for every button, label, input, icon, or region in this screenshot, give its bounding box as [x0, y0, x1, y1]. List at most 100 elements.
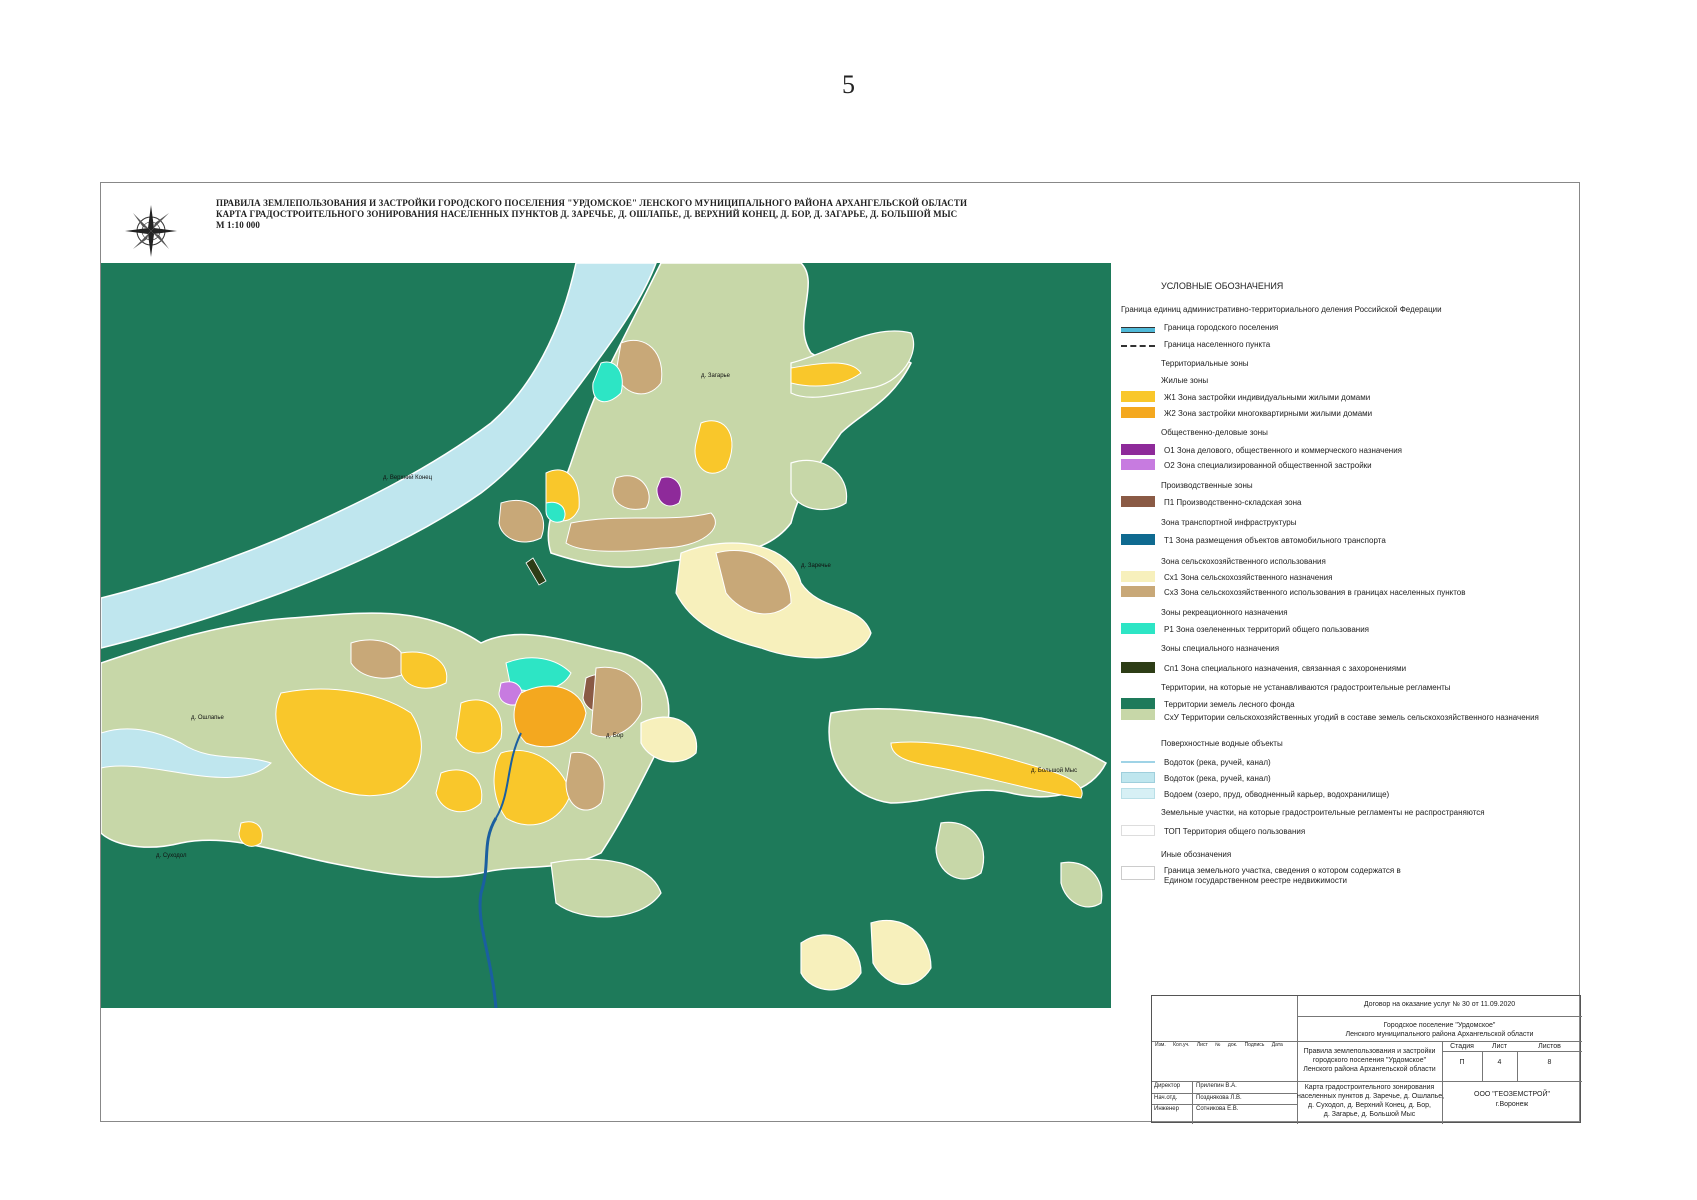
stamp-sheet-header: Лист [1491, 1043, 1508, 1050]
legend-subhead-17: Зоны рекреационного назначения [1161, 608, 1288, 617]
legend-swatch-8 [1121, 444, 1155, 455]
north-zh1-1 [694, 420, 733, 474]
map-scale: М 1:10 000 [216, 220, 260, 230]
label-zagarye: д. Загарье [701, 373, 730, 379]
legend-subhead-19: Зоны специального назначения [1161, 644, 1280, 653]
stamp-map-line4: д. Загарье, д. Большой Мыс [1323, 1111, 1416, 1118]
legend-swatch-31 [1121, 866, 1155, 880]
label-oshlapye: д. Ошлапье [191, 715, 224, 721]
legend-swatch-5 [1121, 391, 1155, 402]
legend-swatch-9 [1121, 459, 1155, 470]
stamp-col-h4: Подпись [1244, 1042, 1265, 1048]
stamp-doc-line3: Ленского района Архангельской области [1303, 1066, 1436, 1073]
legend-subhead-10: Производственные зоны [1161, 481, 1253, 490]
legend-label-15: Сх1 Зона сельскохозяйственного назначени… [1164, 573, 1333, 582]
label-verkhny-konets: д. Верхний Конец [383, 475, 433, 481]
legend-label-8: О1 Зона делового, общественного и коммер… [1164, 446, 1403, 455]
legend-swatch-29 [1121, 825, 1155, 836]
stamp-contract: Договор на оказание услуг № 30 от 11.09.… [1363, 1001, 1516, 1008]
legend-label-16: Сх3 Зона сельскохозяйственного использов… [1164, 588, 1466, 597]
stamp-name-1: Позднякова Л.В. [1196, 1095, 1242, 1101]
stamp-role-0: Директор [1154, 1083, 1181, 1089]
legend-subhead-28: Земельные участки, на которые градострои… [1161, 808, 1485, 817]
legend-label-23: СхУ Территории сельскохозяйственных угод… [1164, 713, 1539, 722]
stamp-sheets-header: Листов [1538, 1043, 1561, 1050]
legend-subhead-4: Жилые зоны [1161, 376, 1209, 385]
legend-swatch-16 [1121, 586, 1155, 597]
legend-label-27: Водоем (озеро, пруд, обводненный карьер,… [1164, 790, 1390, 799]
legend-label-1: Граница городского поселения [1164, 323, 1279, 332]
title-stamp: Договор на оказание услуг № 30 от 11.09.… [1151, 995, 1582, 1124]
legend-subhead-12: Зона транспортной инфраструктуры [1161, 518, 1297, 527]
legend-swatch-2 [1121, 345, 1155, 348]
stamp-col-headers: Изм. Кол.уч. Лист № док. Подпись Дата [1155, 1042, 1295, 1048]
legend-label-11: П1 Производственно-складская зона [1164, 498, 1302, 507]
legend-swatch-1 [1121, 327, 1155, 333]
map-title-line2: КАРТА ГРАДОСТРОИТЕЛЬНОГО ЗОНИРОВАНИЯ НАС… [216, 209, 958, 219]
legend-swatch-18 [1121, 623, 1155, 634]
stamp-role-1: Нач.отд. [1154, 1095, 1178, 1101]
stamp-doc-line1: Правила землепользования и застройки [1303, 1048, 1436, 1055]
label-sukhodol: д. Суходол [156, 853, 187, 859]
legend-label-2: Граница населенного пункта [1164, 340, 1271, 349]
legend-subhead-7: Общественно-деловые зоны [1161, 428, 1268, 437]
stamp-col-h2: Лист [1196, 1042, 1208, 1048]
stamp-role-2: Инженер [1154, 1106, 1179, 1112]
stamp-map-line1: Карта градостроительного зонирования [1304, 1084, 1435, 1091]
legend-label-9: О2 Зона специализированной общественной … [1164, 461, 1372, 470]
legend-subhead-24: Поверхностные водные объекты [1161, 739, 1283, 748]
legend-swatch-11 [1121, 496, 1155, 507]
legend-swatch-15 [1121, 571, 1155, 582]
legend-subhead-30: Иные обозначения [1161, 850, 1232, 859]
legend-label-18: Р1 Зона озелененных территорий общего по… [1164, 625, 1369, 634]
legend-label-29: ТОП Территория общего пользования [1164, 827, 1306, 836]
map-title-line1: ПРАВИЛА ЗЕМЛЕПОЛЬЗОВАНИЯ И ЗАСТРОЙКИ ГОР… [216, 198, 968, 208]
stamp-org-line2: Ленского муниципального района Архангель… [1345, 1031, 1534, 1038]
legend-label-31: Граница земельного участка, сведения о к… [1164, 866, 1401, 875]
legend-label-22: Территории земель лесного фонда [1164, 700, 1295, 709]
legend-swatch-6 [1121, 407, 1155, 418]
stamp-col-h3: № док. [1215, 1042, 1238, 1048]
zoning-map[interactable]: д. Верхний Конец д. Загарье д. Ошлапье д… [101, 263, 1111, 1008]
legend-admin-boundary: Граница единиц административно-территори… [1121, 305, 1442, 314]
label-bolshoy-mys: д. Большой Мыс [1031, 768, 1078, 774]
stamp-col-h0: Изм. [1155, 1042, 1166, 1048]
label-bor: д. Бор [606, 733, 624, 739]
legend-label-26: Водоток (река, ручей, канал) [1164, 774, 1271, 783]
stamp-name-2: Сотникова Е.В. [1196, 1106, 1239, 1112]
legend-label-6: Ж2 Зона застройки многоквартирными жилым… [1164, 409, 1373, 418]
compass-rose-icon [125, 205, 177, 257]
legend-label-31b: Едином государственном реестре недвижимо… [1164, 876, 1347, 885]
stamp-sheet: 4 [1497, 1059, 1502, 1066]
legend-swatch-20 [1121, 662, 1155, 673]
legend-subhead-3: Территориальные зоны [1161, 359, 1249, 368]
legend-swatch-25 [1121, 761, 1155, 764]
stamp-stage: П [1459, 1059, 1465, 1066]
south-zh1-e [238, 821, 263, 847]
stamp-org-line1: Городское поселение "Урдомское" [1383, 1022, 1496, 1029]
stamp-doc-line2: городского поселения "Урдомское" [1312, 1057, 1427, 1064]
legend-swatch-23 [1121, 709, 1155, 720]
stamp-city: г.Воронеж [1495, 1101, 1529, 1108]
stamp-col-h1: Кол.уч. [1173, 1042, 1190, 1048]
map-canvas [101, 263, 1111, 1008]
legend-swatch-26 [1121, 772, 1155, 783]
legend-label-5: Ж1 Зона застройки индивидуальными жилыми… [1164, 393, 1371, 402]
legend-label-20: Сп1 Зона специального назначения, связан… [1164, 664, 1407, 673]
stamp-map-line3: д. Суходол, д. Верхний Конец, д. Бор, [1308, 1102, 1431, 1109]
legend-swatch-27 [1121, 788, 1155, 799]
label-zarechye: д. Заречье [801, 563, 831, 569]
stamp-name-0: Прилепин В.А. [1196, 1083, 1237, 1089]
legend-subhead-14: Зона сельскохозяйственного использования [1161, 557, 1326, 566]
page-number: 5 [842, 70, 855, 99]
stamp-sheets: 8 [1547, 1059, 1552, 1066]
legend-swatch-13 [1121, 534, 1155, 545]
stamp-col-h5: Дата [1271, 1042, 1283, 1048]
legend-label-25: Водоток (река, ручей, канал) [1164, 758, 1271, 767]
stamp-map-line2: населенных пунктов д. Заречье, д. Ошлапь… [1297, 1093, 1445, 1100]
stamp-company: ООО "ГЕОЗЕМСТРОЙ" [1474, 1091, 1550, 1098]
south-zh1-b [455, 699, 503, 754]
legend-heading: УСЛОВНЫЕ ОБОЗНАЧЕНИЯ [1161, 281, 1284, 291]
legend-label-13: Т1 Зона размещения объектов автомобильно… [1164, 536, 1386, 545]
map-sheet: ПРАВИЛА ЗЕМЛЕПОЛЬЗОВАНИЯ И ЗАСТРОЙКИ ГОР… [100, 182, 1582, 1124]
